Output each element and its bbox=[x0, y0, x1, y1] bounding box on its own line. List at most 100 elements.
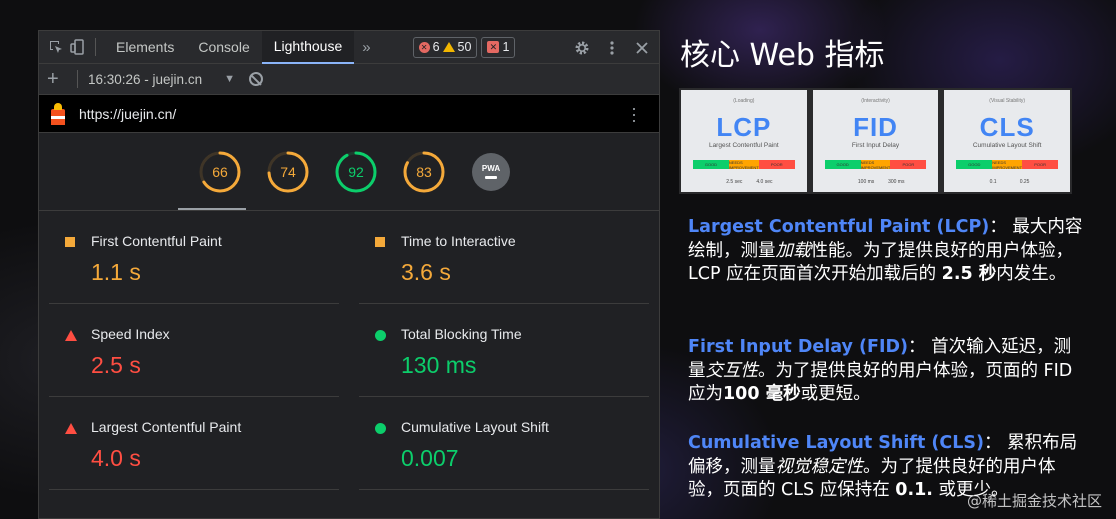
issues-badge[interactable]: ✕ 1 bbox=[481, 36, 516, 58]
pwa-badge[interactable]: PWA bbox=[472, 152, 510, 191]
good-segment: GOOD bbox=[693, 160, 729, 169]
score-value: 66 bbox=[212, 163, 228, 180]
toolbar-separator bbox=[95, 38, 96, 56]
score-gauges: 66 74 92 83 PWA bbox=[39, 133, 659, 211]
tab-console[interactable]: Console bbox=[186, 31, 261, 64]
gear-icon[interactable] bbox=[571, 37, 593, 59]
card-threshold-bar: GOOD NEEDS IMPROVEMENT POOR bbox=[824, 159, 927, 170]
fid-term: First Input Delay (FID) bbox=[688, 337, 909, 357]
metric-label: Cumulative Layout Shift bbox=[401, 419, 549, 435]
metric-label: Largest Contentful Paint bbox=[91, 419, 242, 435]
tick-2: 4.0 sec bbox=[756, 179, 773, 185]
metric-status-icon bbox=[375, 330, 386, 341]
issue-icon: ✕ bbox=[487, 41, 500, 53]
warnings-count: 50 bbox=[457, 40, 472, 54]
metric-3: Total Blocking Time 130 ms bbox=[359, 304, 649, 397]
score-gauge-0[interactable]: 66 bbox=[198, 150, 242, 194]
pwa-label: PWA bbox=[481, 164, 501, 173]
metric-value: 2.5 s bbox=[91, 352, 141, 378]
report-url-bar: https://juejin.cn/ · · · bbox=[39, 95, 659, 133]
card-name: Largest Contentful Paint bbox=[708, 142, 779, 149]
vital-card-lcp: (Loading) LCP Largest Contentful Paint GOOD… bbox=[681, 90, 807, 192]
new-report-icon[interactable]: + bbox=[47, 68, 67, 91]
metric-1: Time to Interactive 3.6 s bbox=[359, 211, 649, 304]
metric-label: Speed Index bbox=[91, 326, 170, 342]
metric-status-icon bbox=[375, 237, 385, 247]
poor-segment: POOR bbox=[1022, 160, 1059, 169]
slide-title: 核心 Web 指标 bbox=[680, 38, 885, 73]
tick-1: 100 ms bbox=[857, 179, 875, 185]
core-web-vitals-cards: (Loading) LCP Largest Contentful Paint GOOD… bbox=[679, 88, 1072, 194]
lighthouse-logo-icon bbox=[49, 102, 67, 125]
card-category: (Visual Stability) bbox=[989, 98, 1026, 104]
tick-1: 0.1 bbox=[989, 179, 997, 185]
score-value: 74 bbox=[280, 163, 296, 180]
metric-label: First Contentful Paint bbox=[91, 233, 222, 249]
metric-status-icon bbox=[65, 423, 77, 434]
poor-segment: POOR bbox=[890, 160, 927, 169]
score-value: 92 bbox=[348, 163, 364, 180]
metric-0: First Contentful Paint 1.1 s bbox=[49, 211, 339, 304]
lcp-emphasis: 加载 bbox=[775, 240, 811, 261]
fid-description: First Input Delay (FID)： 首次输入延迟，测量交互性。为了… bbox=[688, 336, 1088, 407]
metric-value: 0.007 bbox=[401, 445, 459, 471]
lcp-description: Largest Contentful Paint (LCP)： 最大内容绘制，测… bbox=[688, 216, 1088, 287]
vital-card-cls: (Visual Stability) CLS Cumulative Layout S… bbox=[944, 90, 1071, 192]
close-icon[interactable] bbox=[631, 37, 653, 59]
tick-2: 300 ms bbox=[888, 179, 905, 185]
tab-elements[interactable]: Elements bbox=[104, 31, 186, 64]
errors-warnings-badge[interactable]: ✕ 6 50 bbox=[412, 36, 478, 58]
report-url[interactable]: https://juejin.cn/ bbox=[79, 106, 176, 122]
fid-threshold: 100 毫秒 bbox=[723, 384, 801, 404]
lcp-term: Largest Contentful Paint (LCP) bbox=[688, 217, 990, 237]
clear-reports-icon[interactable] bbox=[248, 72, 263, 86]
devtools-panel: Elements Console Lighthouse » ✕ 6 50 ✕ 1 bbox=[38, 30, 660, 519]
needs-improvement-segment: NEEDS IMPROVEMENT bbox=[860, 159, 891, 170]
metric-4: Largest Contentful Paint 4.0 s bbox=[49, 397, 339, 490]
metric-value: 1.1 s bbox=[91, 259, 141, 285]
score-gauge-3[interactable]: 83 bbox=[402, 150, 446, 194]
card-abbr: FID bbox=[853, 112, 898, 142]
inspect-element-icon[interactable] bbox=[45, 36, 67, 58]
errors-count: 6 bbox=[432, 40, 440, 54]
good-segment: GOOD bbox=[956, 160, 993, 169]
card-threshold-bar: GOOD NEEDS IMPROVEMENT POOR bbox=[956, 159, 1059, 170]
metric-label: Total Blocking Time bbox=[401, 326, 522, 342]
dropdown-caret-icon[interactable]: ▼ bbox=[224, 73, 235, 85]
devtools-toolbar: Elements Console Lighthouse » ✕ 6 50 ✕ 1 bbox=[39, 31, 659, 64]
device-toolbar-icon[interactable] bbox=[67, 36, 89, 58]
report-select[interactable]: 16:30:26 - juejin.cn bbox=[88, 72, 202, 87]
cls-term: Cumulative Layout Shift (CLS) bbox=[688, 433, 985, 453]
cls-threshold: 0.1. bbox=[895, 480, 933, 500]
metric-value: 3.6 s bbox=[401, 259, 451, 285]
error-icon: ✕ bbox=[418, 41, 430, 53]
card-name: Cumulative Layout Shift bbox=[972, 142, 1042, 149]
poor-segment: POOR bbox=[758, 160, 795, 169]
card-abbr: LCP bbox=[716, 112, 772, 142]
needs-improvement-segment: NEEDS IMPROVEMENT bbox=[992, 159, 1023, 170]
lighthouse-subbar: + 16:30:26 - juejin.cn ▼ bbox=[39, 64, 659, 95]
kebab-menu-icon[interactable] bbox=[601, 37, 623, 59]
metric-label: Time to Interactive bbox=[401, 233, 516, 249]
vital-card-fid: (Interactivity) FID First Input Delay GOOD N… bbox=[812, 90, 939, 192]
subbar-separator bbox=[77, 70, 78, 88]
card-abbr: CLS bbox=[979, 112, 1035, 142]
fid-text-3: 或更短。 bbox=[800, 384, 871, 404]
report-menu-icon[interactable]: · · · bbox=[631, 99, 637, 129]
metric-value: 130 ms bbox=[401, 352, 477, 378]
tick-2: 0.25 bbox=[1019, 179, 1030, 185]
lcp-threshold: 2.5 秒 bbox=[941, 264, 997, 284]
score-gauge-2[interactable]: 92 bbox=[334, 150, 378, 194]
tab-lighthouse[interactable]: Lighthouse bbox=[261, 31, 355, 64]
card-category: (Interactivity) bbox=[861, 98, 890, 104]
metric-status-icon bbox=[65, 237, 75, 247]
score-value: 83 bbox=[416, 163, 432, 180]
card-threshold-bar: GOOD NEEDS IMPROVEMENT POOR bbox=[693, 159, 795, 170]
warning-icon bbox=[442, 42, 455, 52]
more-tabs-icon[interactable]: » bbox=[354, 39, 378, 56]
needs-improvement-segment: NEEDS IMPROVEMENT bbox=[728, 159, 759, 170]
lcp-text-3: 内发生。 bbox=[996, 264, 1067, 284]
score-gauge-1[interactable]: 74 bbox=[266, 150, 310, 194]
metric-status-icon bbox=[65, 330, 77, 341]
good-segment: GOOD bbox=[824, 160, 861, 169]
